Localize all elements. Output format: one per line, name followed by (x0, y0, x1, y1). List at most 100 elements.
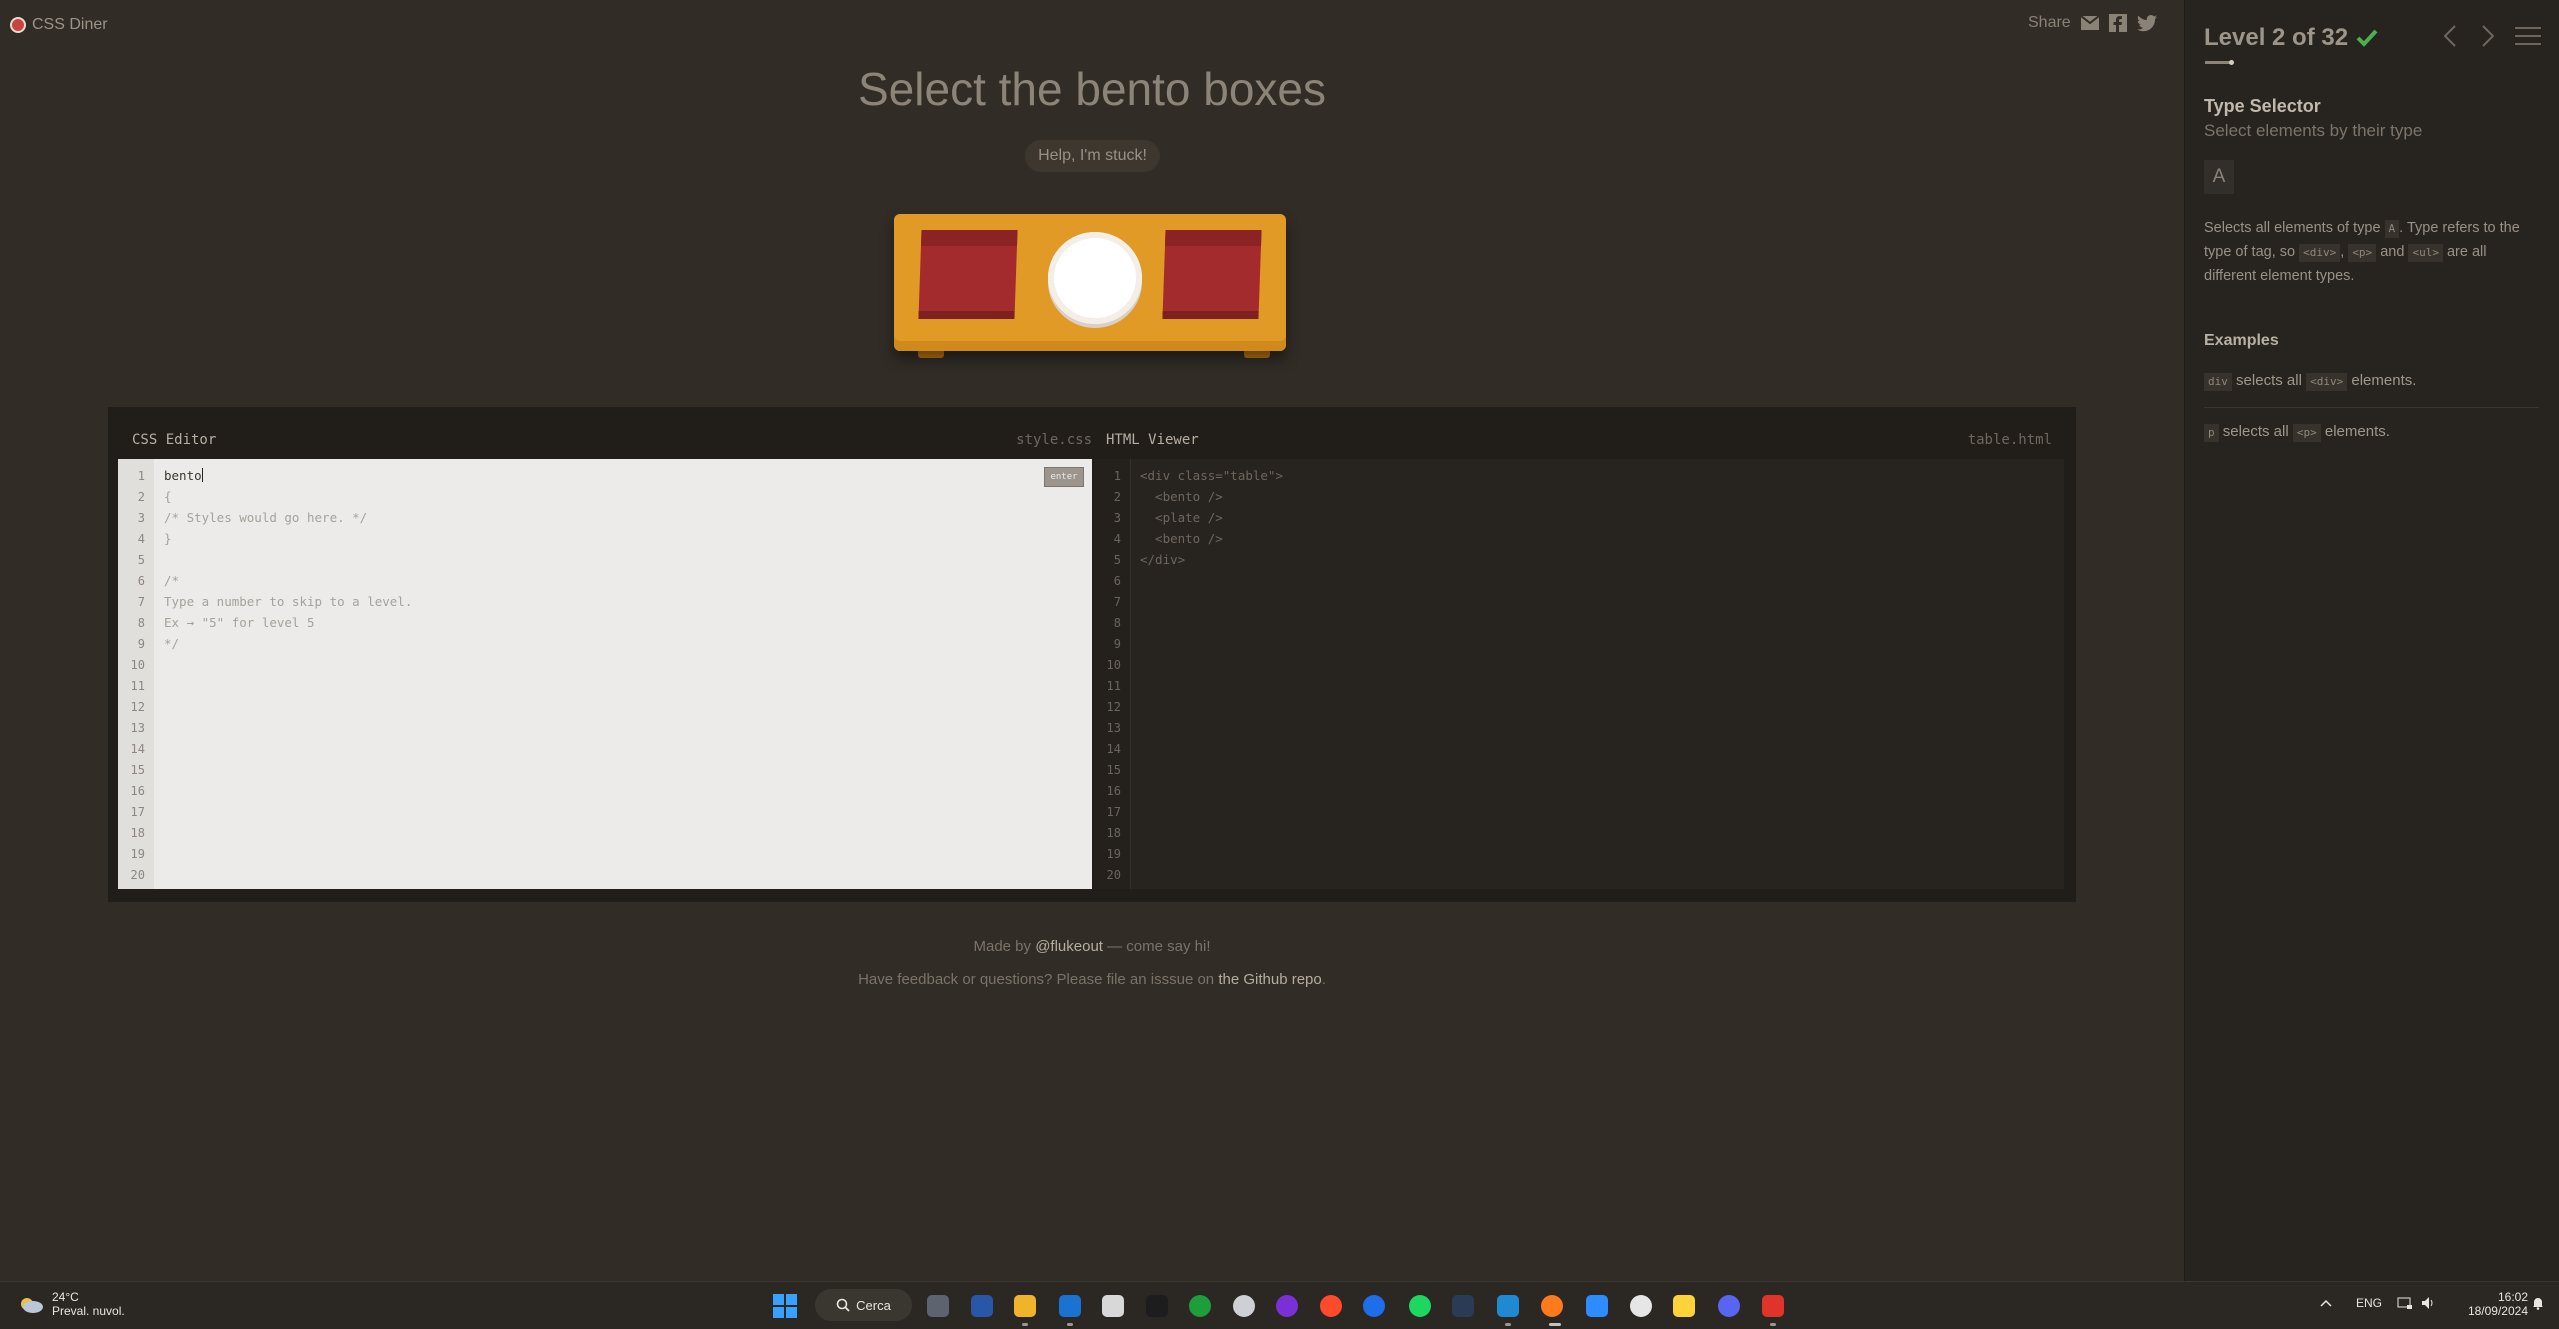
css-editor[interactable]: 1 2 3 4 5 6 7 8 9 10 11 12 13 14 15 16 1… (118, 459, 1092, 889)
line-number: 12 (130, 700, 145, 714)
language-indicator[interactable]: ENG (2356, 1296, 2382, 1310)
explain-text: Selects all elements of type (2204, 220, 2381, 236)
code-line: Ex → "5" for level 5 (164, 615, 315, 630)
network-icon[interactable] (2397, 1296, 2413, 1313)
css-diner-logo-icon (10, 17, 26, 33)
line-number: 2 (137, 490, 145, 504)
brand-label: CSS Diner (32, 16, 108, 33)
css-editor-header: CSS Editor style.css (132, 420, 1092, 460)
line-number: 4 (137, 532, 145, 546)
zoom-icon[interactable] (1586, 1295, 1608, 1317)
line-number: 17 (130, 805, 145, 819)
line-number: 9 (1113, 637, 1121, 651)
microsoft-store-icon[interactable] (1102, 1295, 1124, 1317)
windows-taskbar: 24°C Preval. nuvol. Cerca ENG 16:02 18/0… (0, 1281, 2559, 1329)
line-number: 17 (1106, 805, 1121, 819)
hamburger-menu-icon (2515, 27, 2541, 45)
example-text: elements. (2351, 372, 2417, 389)
epic-games-icon[interactable] (1146, 1295, 1168, 1317)
level-menu-button[interactable] (2515, 22, 2541, 50)
css-selector-value: bento (164, 468, 202, 483)
app-icon[interactable] (1276, 1295, 1298, 1317)
discord-icon[interactable] (1718, 1295, 1740, 1317)
bento-box-left[interactable] (918, 230, 1018, 319)
active-indicator (1549, 1323, 1561, 1326)
running-indicator (1022, 1323, 1028, 1326)
explain-text: and (2380, 244, 2405, 260)
html-line[interactable]: <plate /> (1140, 510, 1223, 525)
css-selector-input[interactable]: bento (164, 468, 203, 483)
firefox-icon[interactable] (1541, 1295, 1563, 1317)
facebook-icon[interactable] (2108, 14, 2127, 32)
html-viewer-filename: table.html (1967, 432, 2052, 448)
help-button[interactable]: Help, I'm stuck! (1025, 140, 1160, 172)
css-editor-title: CSS Editor (132, 432, 217, 448)
line-number: 1 (137, 469, 145, 483)
twitter-icon[interactable] (2136, 14, 2157, 32)
ea-app-icon[interactable] (1320, 1295, 1342, 1317)
taskbar-search-button[interactable]: Cerca (815, 1289, 912, 1321)
battlenet-icon[interactable] (1363, 1295, 1385, 1317)
line-number: 10 (1106, 658, 1121, 672)
checkmark-icon (2356, 29, 2378, 47)
example-text: selects all (2222, 423, 2289, 440)
previous-level-button[interactable] (2437, 22, 2463, 50)
obs-icon[interactable] (1233, 1295, 1255, 1317)
html-line[interactable]: </div> (1140, 552, 1185, 567)
search-label: Cerca (856, 1297, 891, 1313)
chevron-up-icon[interactable] (2320, 1296, 2332, 1310)
clock-date: 18/09/2024 (2467, 1304, 2528, 1318)
spotify-icon[interactable] (1409, 1295, 1431, 1317)
file-explorer-icon[interactable] (1014, 1295, 1036, 1317)
bento-box-right[interactable] (1162, 230, 1262, 319)
next-level-button[interactable] (2475, 22, 2501, 50)
system-clock[interactable]: 16:02 18/09/2024 (2450, 1290, 2528, 1318)
github-repo-link[interactable]: the Github repo (1218, 971, 1321, 988)
table-scene (890, 210, 1300, 370)
line-number: 20 (130, 868, 145, 882)
weather-description: Preval. nuvol. (52, 1304, 125, 1318)
steam-icon[interactable] (1452, 1295, 1474, 1317)
task-view-icon[interactable] (927, 1295, 949, 1317)
chevron-left-icon (2444, 25, 2456, 47)
code-line: */ (164, 636, 180, 651)
css-line-gutter: 1 2 3 4 5 6 7 8 9 10 11 12 13 14 15 16 1… (118, 459, 154, 889)
html-viewer-header: HTML Viewer table.html (1106, 420, 2052, 460)
xbox-icon[interactable] (1189, 1295, 1211, 1317)
html-line[interactable]: <bento /> (1140, 531, 1223, 546)
level-sidebar: Level 2 of 32 Type Selector Select eleme… (2184, 0, 2559, 1281)
powershell-icon[interactable] (971, 1295, 993, 1317)
html-line[interactable]: <div class="table"> (1140, 468, 1283, 483)
notification-bell-icon[interactable] (2531, 1296, 2545, 1313)
vscode-icon[interactable] (1497, 1295, 1519, 1317)
line-number: 6 (1113, 574, 1121, 588)
volume-icon[interactable] (2421, 1296, 2437, 1313)
cloud-icon (18, 1295, 44, 1313)
example-text: selects all (2236, 372, 2302, 389)
outlook-icon[interactable] (1059, 1295, 1081, 1317)
enter-button[interactable]: enter (1044, 467, 1084, 487)
share-label: Share (2028, 14, 2071, 31)
windows-start-icon[interactable] (773, 1294, 797, 1318)
line-number: 12 (1106, 700, 1121, 714)
line-number: 18 (1106, 826, 1121, 840)
temperature: 24°C (52, 1290, 79, 1304)
plate[interactable] (1048, 232, 1142, 324)
example-text: elements. (2324, 423, 2390, 440)
level-progress-bar (2205, 60, 2234, 65)
line-number: 14 (130, 742, 145, 756)
email-icon[interactable] (2080, 16, 2099, 30)
footer-feedback-suffix: . (1321, 971, 1326, 988)
example-p: p selects all <p> elements. (2204, 423, 2539, 442)
line-number: 1 (1113, 469, 1121, 483)
sticky-notes-icon[interactable] (1673, 1295, 1695, 1317)
chevron-right-icon (2482, 25, 2494, 47)
html-line[interactable]: <bento /> (1140, 489, 1223, 504)
html-line-gutter: 1 2 3 4 5 6 7 8 9 10 11 12 13 14 15 16 1… (1094, 459, 1131, 889)
brand[interactable]: CSS Diner (10, 16, 108, 34)
line-number: 2 (1113, 490, 1121, 504)
pdf-reader-icon[interactable] (1762, 1295, 1784, 1317)
flukeout-link[interactable]: @flukeout (1035, 938, 1103, 955)
weather-widget[interactable]: 24°C Preval. nuvol. (18, 1290, 125, 1318)
slack-icon[interactable] (1630, 1295, 1652, 1317)
